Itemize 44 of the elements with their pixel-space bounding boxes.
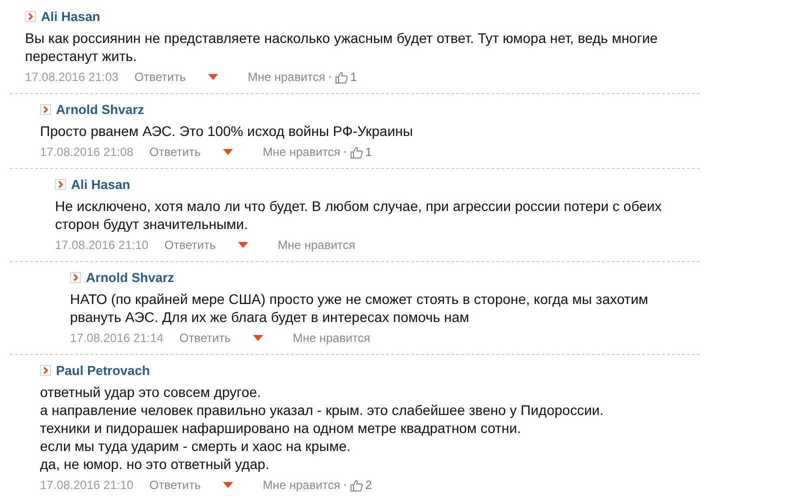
like-link[interactable]: Мне нравится bbox=[262, 478, 340, 492]
author-name[interactable]: Arnold Shvarz bbox=[56, 102, 144, 116]
like-count: 1 bbox=[350, 70, 357, 84]
thumbs-up-icon[interactable] bbox=[350, 478, 364, 492]
arrow-icon bbox=[40, 104, 51, 114]
reply-link[interactable]: Ответить bbox=[149, 145, 201, 159]
separator-dot bbox=[329, 76, 332, 78]
arrow-icon bbox=[55, 178, 66, 190]
reply-link[interactable]: Ответить bbox=[164, 238, 216, 252]
comment-date: 17.08.2016 21:10 bbox=[55, 238, 148, 252]
author-name[interactable]: Ali Hasan bbox=[71, 176, 130, 192]
caret-icon[interactable] bbox=[238, 242, 248, 248]
like-count: 1 bbox=[365, 145, 372, 159]
like-count: 2 bbox=[365, 478, 372, 492]
comment-text: Не исключено, хотя мало ли что будет. В любом случае, при агрессии россии потери с обеих сторон будут значительными. bbox=[55, 197, 663, 233]
caret-icon[interactable] bbox=[252, 335, 263, 341]
comment-text: НАТО (по крайней мере США) просто уже не сможет стоять в стороне, когда мы захотим рвануть АЭС. Для их же блага будет в интересах помочь нам bbox=[70, 290, 650, 326]
comment-date: 17.08.2016 21:08 bbox=[40, 145, 134, 159]
thumbs-up-icon[interactable] bbox=[350, 146, 364, 158]
like-link[interactable]: Мне нравится bbox=[248, 70, 326, 84]
like-link[interactable]: Мне нравится bbox=[292, 331, 370, 345]
arrow-icon bbox=[70, 272, 81, 282]
reply-link[interactable]: Ответить bbox=[179, 331, 231, 345]
comment-date: 17.08.2016 21:10 bbox=[40, 478, 134, 492]
comment-date: 17.08.2016 21:14 bbox=[70, 331, 164, 345]
separator-dot bbox=[344, 484, 346, 486]
caret-icon[interactable] bbox=[208, 74, 218, 80]
arrow-icon bbox=[25, 10, 36, 22]
comment-text: Вы как россиянин не представляете насколько ужасным будет ответ. Тут юмора нет, ведь многие перестанут жить. bbox=[25, 29, 659, 65]
like-link[interactable]: Мне нравится bbox=[262, 145, 340, 159]
comment-text: ответный удар это совсем другое. а направление человек правильно указал - крым. это слабейшее звено у Пидороссии. техники и пидорашек нафаршировано на одном метре квадратном сотни. если мы туда ударим - смерть и хаос на крыме. да, не юмор. но это ответный удар. bbox=[40, 383, 605, 473]
author-name[interactable]: Ali Hasan bbox=[41, 8, 100, 24]
author-name[interactable]: Paul Petrovach bbox=[56, 362, 150, 378]
separator-dot bbox=[344, 151, 346, 153]
caret-icon[interactable] bbox=[222, 149, 233, 155]
comment-date: 17.08.2016 21:03 bbox=[25, 70, 118, 84]
caret-icon[interactable] bbox=[222, 482, 233, 488]
comment-text: Просто рванем АЭС. Это 100% исход войны РФ-Украины bbox=[40, 122, 414, 140]
reply-link[interactable]: Ответить bbox=[149, 478, 201, 492]
arrow-icon bbox=[40, 364, 51, 376]
reply-link[interactable]: Ответить bbox=[134, 70, 186, 84]
author-name[interactable]: Arnold Shvarz bbox=[86, 270, 174, 284]
like-link[interactable]: Мне нравится bbox=[278, 238, 356, 252]
thumbs-up-icon[interactable] bbox=[335, 70, 348, 84]
